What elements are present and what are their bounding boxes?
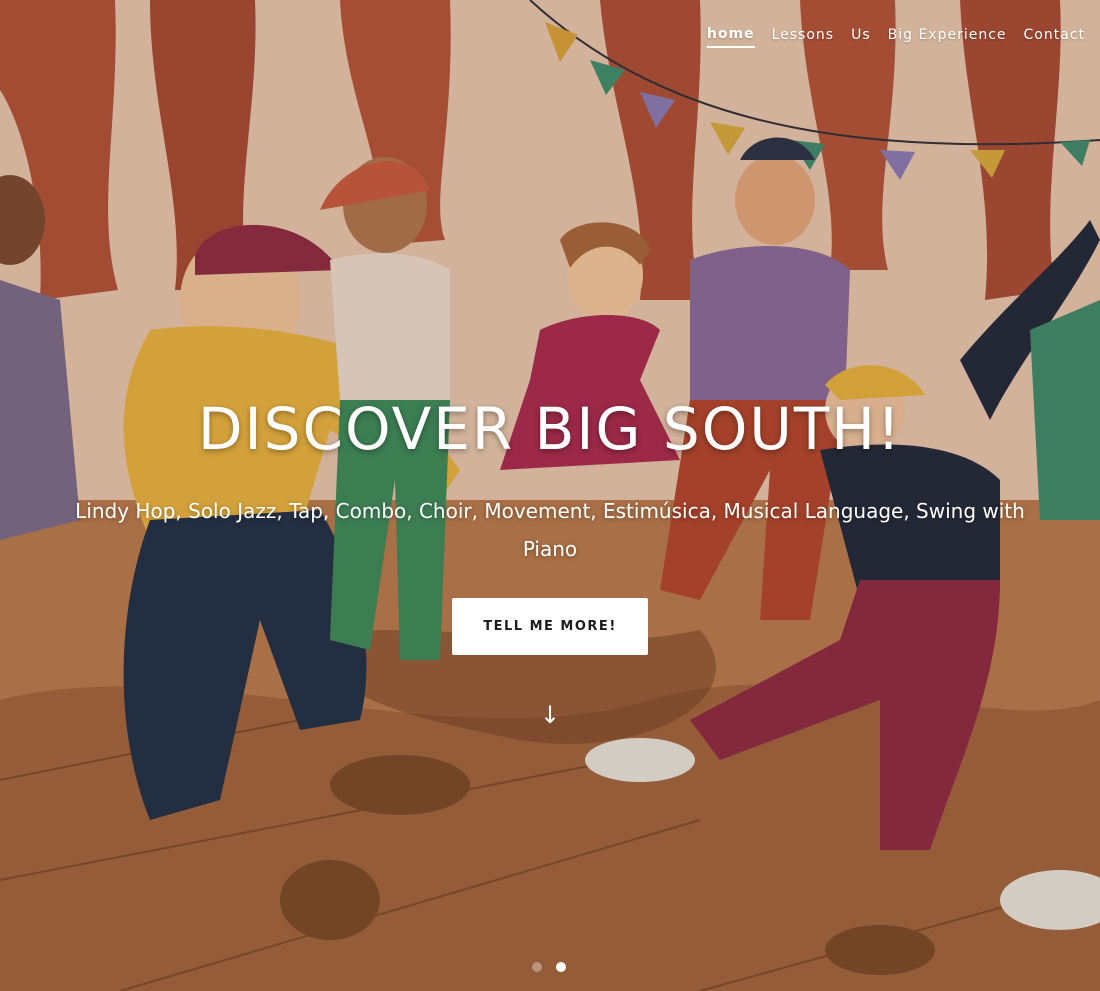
arrow-down-icon[interactable]: ↓ — [539, 700, 561, 730]
nav-item-us[interactable]: Us — [851, 27, 871, 47]
slider-dot-1[interactable] — [532, 962, 542, 972]
tell-me-more-button[interactable]: TELL ME MORE! — [452, 598, 648, 655]
nav-item-contact[interactable]: Contact — [1024, 27, 1085, 47]
nav-item-home[interactable]: home — [706, 26, 755, 48]
hero-subtitle: Lindy Hop, Solo Jazz, Tap, Combo, Choir,… — [75, 499, 1025, 561]
nav-item-big-experience[interactable]: Big Experience — [888, 27, 1007, 47]
hero-headline: DISCOVER BIG SOUTH! — [197, 395, 903, 463]
main-nav: home Lessons Us Big Experience Contact — [690, 26, 1085, 48]
hero-content: DISCOVER BIG SOUTH! Lindy Hop, Solo Jazz… — [0, 392, 1100, 655]
slider-dot-2[interactable] — [556, 962, 566, 972]
nav-item-lessons[interactable]: Lessons — [772, 27, 835, 47]
slider-dots — [532, 962, 566, 972]
hero-section: home Lessons Us Big Experience Contact D… — [0, 0, 1100, 991]
